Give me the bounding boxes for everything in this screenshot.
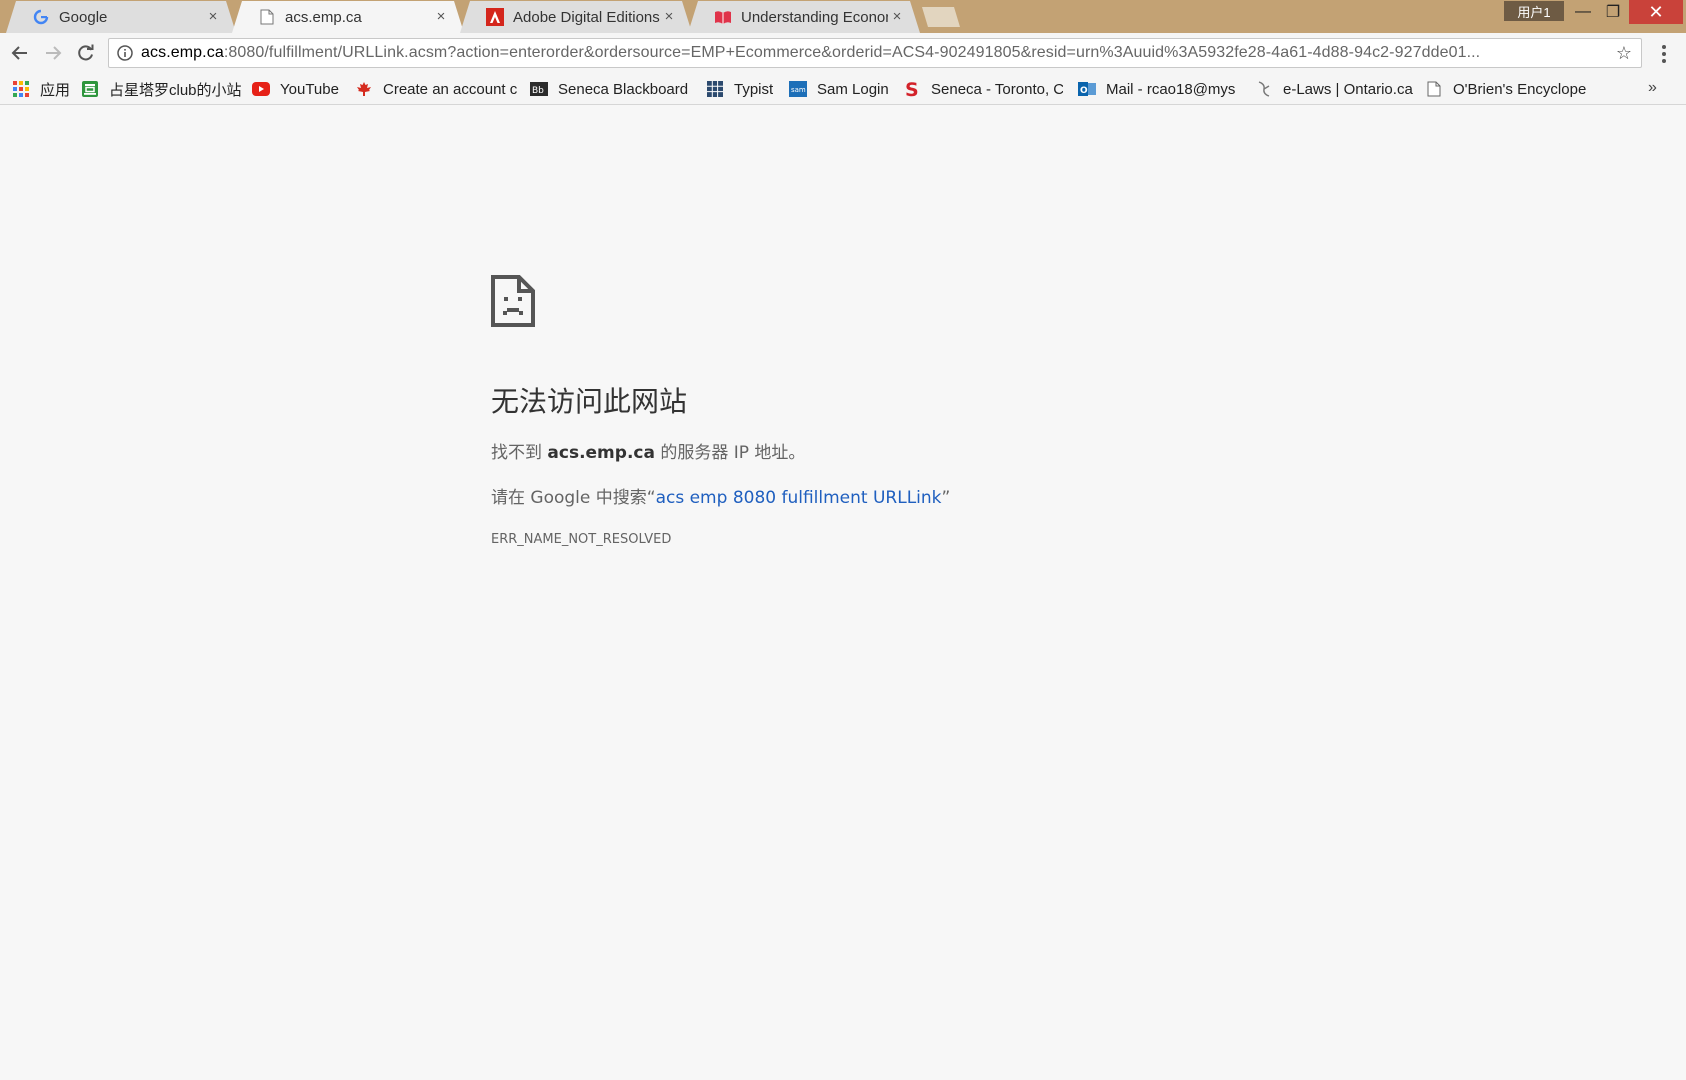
blackboard-icon: Bb: [530, 80, 548, 98]
error-text: 的服务器 IP 地址。: [654, 443, 806, 463]
sad-page-icon: [491, 275, 535, 327]
more-bookmarks-icon[interactable]: »: [1648, 79, 1657, 97]
book-icon: [714, 8, 732, 26]
outlook-icon: O: [1078, 80, 1096, 98]
reload-icon[interactable]: [72, 39, 100, 67]
bookmark-label: Seneca - Toronto, C: [931, 80, 1063, 98]
bookmark-label: Seneca Blackboard: [558, 80, 689, 98]
bookmark-label: e-Laws | Ontario.ca: [1283, 80, 1413, 98]
tab-acs-emp[interactable]: acs.emp.ca ×: [232, 1, 464, 33]
bookmark-label: 占星塔罗club的小站: [109, 81, 241, 99]
bookmark-star-icon[interactable]: ☆: [1611, 43, 1637, 64]
minimize-icon[interactable]: —: [1568, 0, 1598, 24]
bookmark-apps[interactable]: 应用: [12, 78, 70, 100]
bookmark-douban[interactable]: 占星塔罗club的小站: [81, 78, 241, 100]
tab-google[interactable]: Google ×: [6, 1, 236, 33]
error-code: ERR_NAME_NOT_RESOLVED: [491, 532, 672, 547]
url-text[interactable]: acs.emp.ca:8080/fulfillment/URLLink.acsm…: [141, 44, 1611, 62]
tab-title: Understanding Econon: [741, 8, 888, 26]
bookmark-sam-login[interactable]: sam Sam Login: [789, 78, 889, 100]
url-host: acs.emp.ca: [141, 44, 224, 61]
error-description: 找不到 acs.emp.ca 的服务器 IP 地址。: [491, 438, 805, 463]
bookmark-seneca-toronto[interactable]: S Seneca - Toronto, C: [903, 78, 1063, 100]
back-icon[interactable]: [6, 39, 34, 67]
bookmark-mail[interactable]: O Mail - rcao18@mys: [1078, 78, 1238, 100]
search-suggestion-link[interactable]: acs emp 8080 fulfillment URLLink: [656, 488, 942, 508]
svg-text:Bb: Bb: [532, 86, 544, 96]
sam-icon: sam: [789, 80, 807, 98]
menu-icon[interactable]: [1652, 41, 1676, 67]
douban-icon: [81, 80, 99, 98]
toolbar: acs.emp.ca:8080/fulfillment/URLLink.acsm…: [0, 33, 1686, 73]
forward-icon[interactable]: [39, 39, 67, 67]
svg-text:S: S: [905, 80, 919, 98]
seneca-s-icon: S: [903, 80, 921, 98]
tab-understanding-economics[interactable]: Understanding Econon ×: [688, 1, 920, 33]
info-icon[interactable]: [117, 45, 133, 61]
bookmark-youtube[interactable]: YouTube: [252, 78, 339, 100]
address-bar[interactable]: acs.emp.ca:8080/fulfillment/URLLink.acsm…: [108, 38, 1642, 68]
bookmark-label: Sam Login: [817, 80, 889, 98]
apps-grid-icon: [12, 80, 30, 98]
bookmark-label: Typist: [734, 80, 774, 98]
bookmark-label: YouTube: [280, 80, 339, 98]
elaws-icon: [1255, 80, 1273, 98]
maple-leaf-icon: [355, 80, 373, 98]
tab-adobe-digital-editions[interactable]: Adobe Digital Editions ×: [460, 1, 692, 33]
bookmark-seneca-blackboard[interactable]: Bb Seneca Blackboard: [530, 78, 690, 100]
close-tab-icon[interactable]: ×: [432, 8, 450, 26]
bookmark-label: O'Brien's Encyclope: [1453, 80, 1587, 98]
new-tab-button[interactable]: [922, 7, 960, 27]
tab-title: Google: [59, 8, 108, 26]
bookmark-e-laws[interactable]: e-Laws | Ontario.ca: [1255, 78, 1413, 100]
svg-text:O: O: [1080, 86, 1088, 96]
suggestion-text: ”: [941, 488, 951, 508]
tab-title: acs.emp.ca: [285, 8, 362, 26]
profile-badge[interactable]: 用户1: [1504, 1, 1564, 21]
url-path: :8080/fulfillment/URLLink.acsm?action=en…: [223, 44, 1481, 61]
adobe-icon: [486, 8, 504, 26]
browser-title-bar: Google × acs.emp.ca × Adobe Digital Edit…: [0, 0, 1686, 33]
tab-title: Adobe Digital Editions: [513, 8, 660, 26]
bookmark-typist[interactable]: Typist: [706, 78, 773, 100]
close-tab-icon[interactable]: ×: [888, 8, 906, 26]
close-window-icon[interactable]: ✕: [1629, 0, 1683, 24]
page-icon: [258, 8, 276, 26]
search-suggestion: 请在 Google 中搜索“acs emp 8080 fulfillment U…: [491, 483, 950, 508]
bookmark-label: Mail - rcao18@mys: [1106, 80, 1236, 98]
bookmark-create-account[interactable]: Create an account c: [355, 78, 518, 100]
suggestion-text: 请在 Google 中搜索“: [491, 488, 656, 508]
error-host: acs.emp.ca: [547, 443, 655, 463]
page-icon: [1425, 80, 1443, 98]
error-heading: 无法访问此网站: [491, 385, 688, 418]
typist-icon: [706, 80, 724, 98]
google-icon: [32, 8, 50, 26]
bookmarks-bar: 应用 占星塔罗club的小站 YouTube Create an account…: [0, 73, 1686, 105]
bookmark-obriens-encyclopedia[interactable]: O'Brien's Encyclope: [1425, 78, 1587, 100]
close-tab-icon[interactable]: ×: [660, 8, 678, 26]
youtube-icon: [252, 80, 270, 98]
error-text: 找不到: [491, 443, 548, 463]
close-tab-icon[interactable]: ×: [204, 8, 222, 26]
bookmark-label: 应用: [40, 81, 71, 99]
bookmark-label: Create an account c: [383, 80, 518, 98]
maximize-icon[interactable]: ❐: [1598, 0, 1628, 24]
svg-text:sam: sam: [791, 86, 806, 94]
